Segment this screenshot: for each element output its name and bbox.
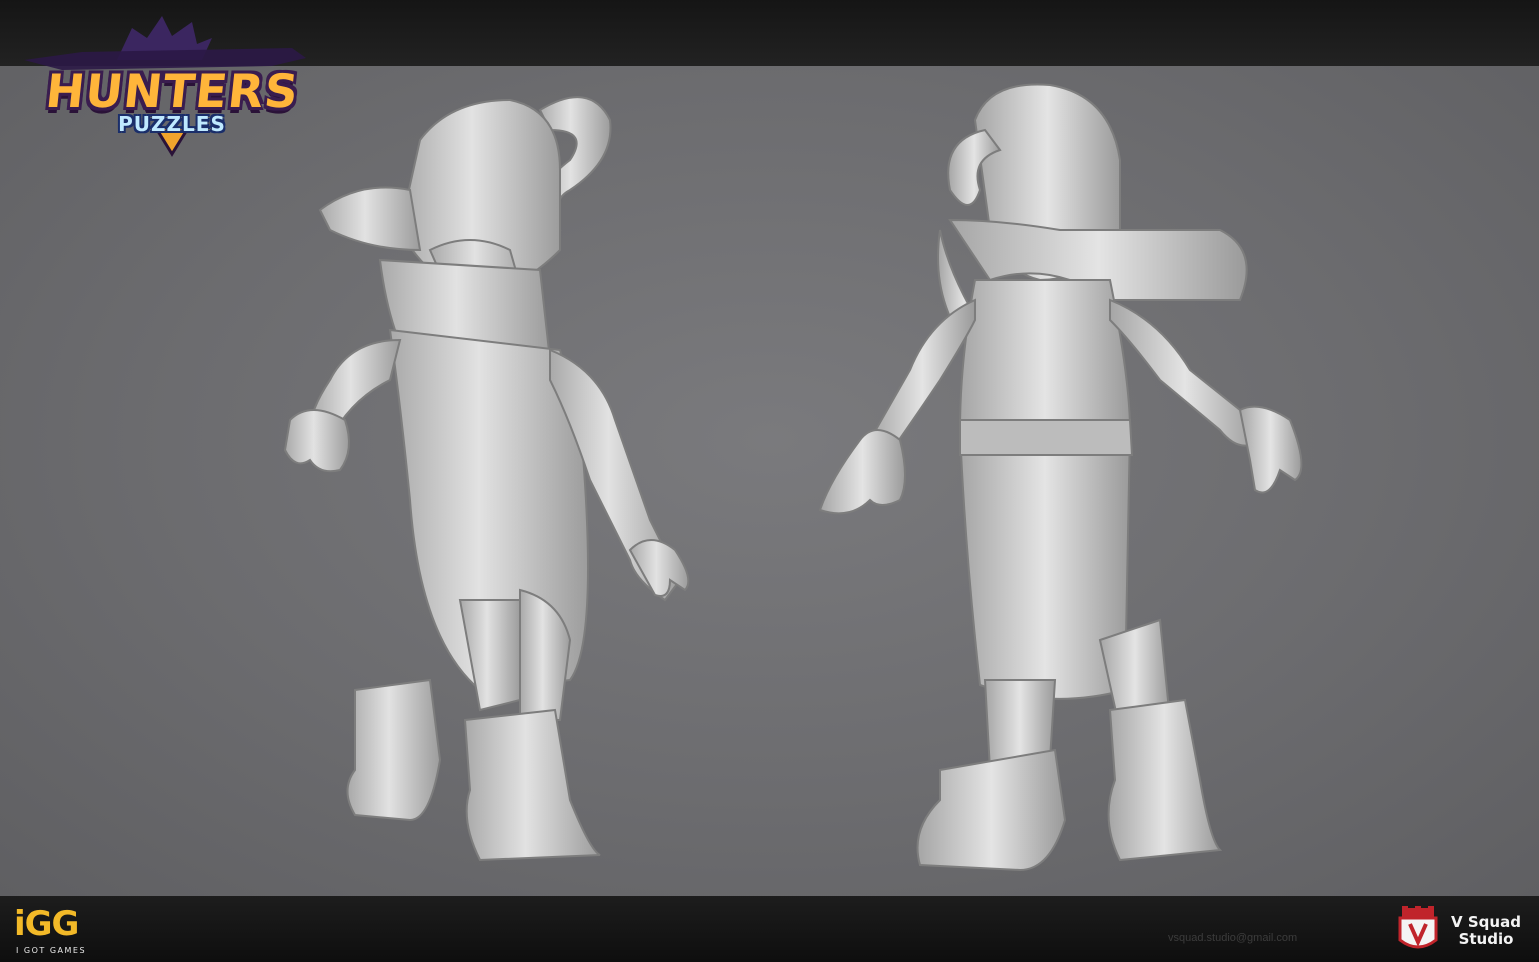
logo-title: HUNTERS: [43, 64, 302, 118]
character-sculpt-front-view: [818, 83, 1303, 872]
character-sculpt-back-view: [283, 96, 690, 862]
studio-name: V Squad Studio: [1446, 914, 1526, 948]
studio-logo: V Squad Studio: [1396, 906, 1526, 956]
contact-email: vsquad.studio@gmail.com: [1168, 932, 1298, 944]
castle-shield-icon: [1398, 906, 1438, 949]
bottom-bar: [0, 896, 1539, 962]
publisher-name: I GOT GAMES: [16, 946, 87, 955]
game-logo: HUNTERS PUZZLES: [22, 8, 312, 158]
publisher-mark: iGG: [14, 904, 79, 944]
logo-subtitle: PUZZLES: [118, 112, 226, 136]
publisher-logo: iGG I GOT GAMES: [14, 904, 114, 958]
studio-name-line2: Studio: [1458, 930, 1514, 948]
studio-name-line1: V Squad: [1451, 913, 1521, 931]
